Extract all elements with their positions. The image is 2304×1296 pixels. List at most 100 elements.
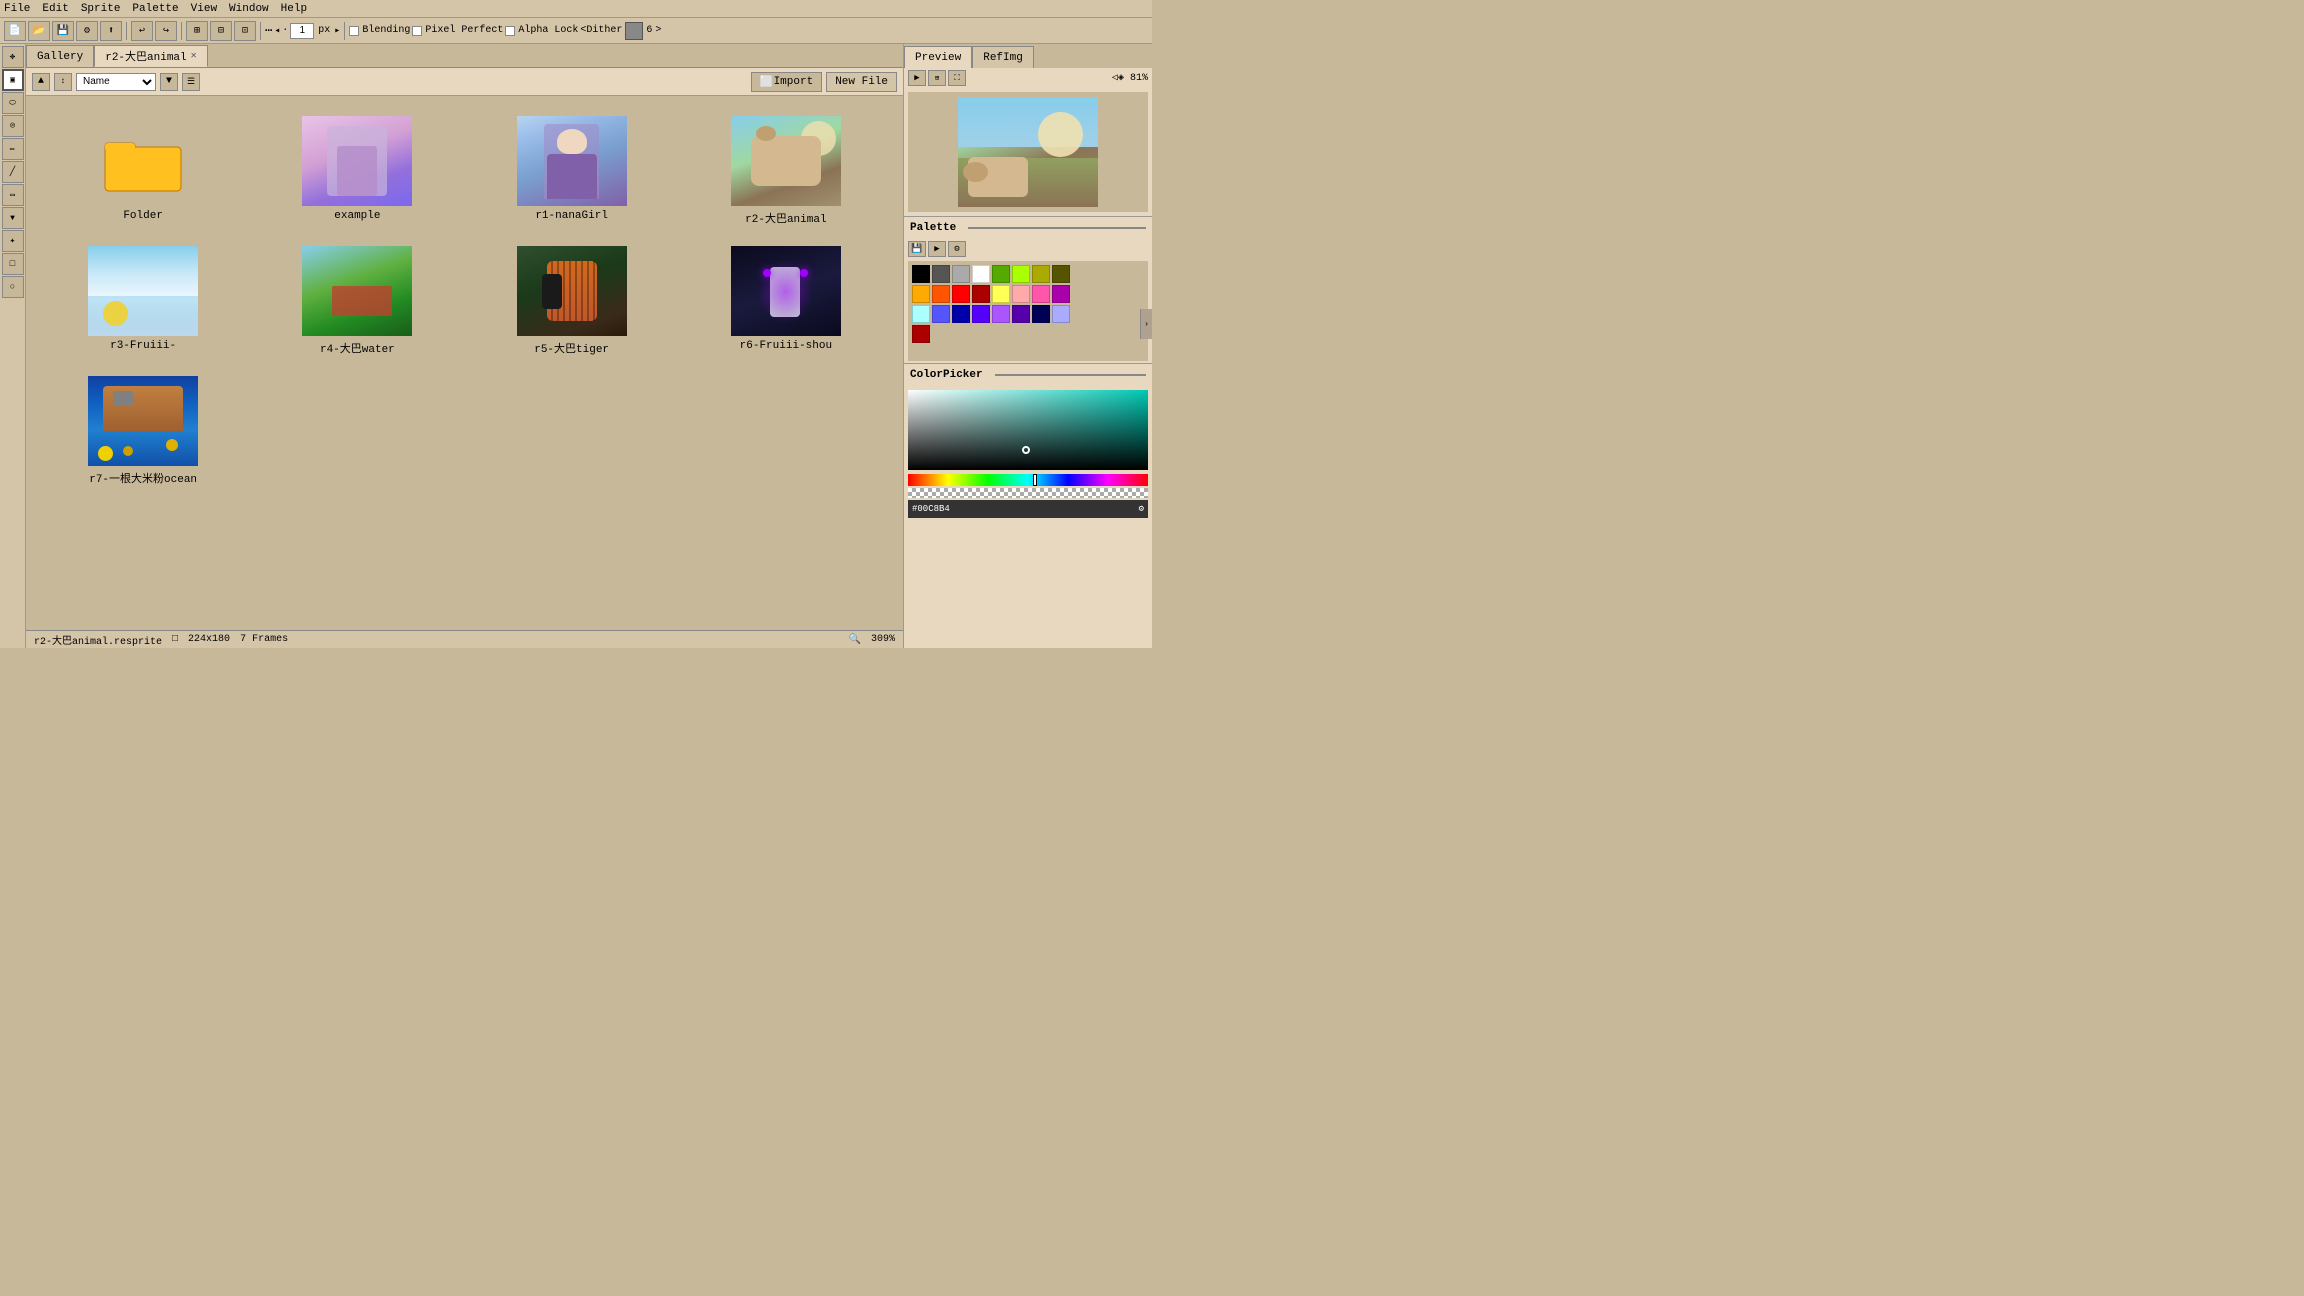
import-btn[interactable]: ⬜ Import [751,72,822,92]
tilemap-btn[interactable]: ⊟ [210,21,232,41]
alpha-lock-checkbox[interactable] [505,26,515,36]
colorpicker-gradient[interactable] [908,390,1148,470]
blending-checkbox[interactable] [349,26,359,36]
color-swatch-10[interactable] [952,285,970,303]
hex-settings-icon[interactable]: ⚙ [1139,504,1144,514]
color-swatch-2[interactable] [952,265,970,283]
tool-pen[interactable]: ✏ [2,138,24,160]
open-file-btn[interactable]: 📂 [28,21,50,41]
gallery-item-r7[interactable]: r7-一根大米粉ocean [46,376,240,486]
nav-up-btn[interactable]: ▲ [32,73,50,91]
color-swatch-12[interactable] [992,285,1010,303]
color-swatch-17[interactable] [932,305,950,323]
palette-settings-btn[interactable]: ⚙ [948,241,966,257]
palette-save-btn[interactable]: 💾 [908,241,926,257]
grid-btn[interactable]: ⊞ [186,21,208,41]
tool-eraser[interactable]: ▭ [2,184,24,206]
gallery-item-folder[interactable]: Folder [46,116,240,226]
gallery-item-example[interactable]: example [260,116,454,226]
gallery-panel: Gallery r2-大巴animal ✕ ▲ ↕ Name ▼ ☰ ⬜ Imp… [26,44,904,648]
tool-eyedropper[interactable]: ✦ [2,230,24,252]
color-swatch-23[interactable] [1052,305,1070,323]
color-swatch-14[interactable] [1032,285,1050,303]
menu-palette[interactable]: Palette [132,3,178,15]
tool-line[interactable]: ╱ [2,161,24,183]
tab-close-icon[interactable]: ✕ [191,50,197,62]
new-file-btn[interactable]: 📄 [4,21,26,41]
nav-sort-icon[interactable]: ↕ [54,73,72,91]
example-thumb [302,116,412,206]
hue-cursor [1033,474,1037,486]
tab-preview[interactable]: Preview [904,46,972,68]
undo-btn[interactable]: ↩ [131,21,153,41]
color-swatch-22[interactable] [1032,305,1050,323]
export-btn[interactable]: ⬆ [100,21,122,41]
menu-sprite[interactable]: Sprite [81,3,121,15]
gallery-content[interactable]: Folder example [26,96,903,630]
list-view-btn[interactable]: ☰ [182,73,200,91]
tool-select-ellipse[interactable]: ⬭ [2,92,24,114]
tab-gallery[interactable]: Gallery [26,45,94,67]
color-swatch-11[interactable] [972,285,990,303]
tab-refimg[interactable]: RefImg [972,46,1034,68]
frame-grid-btn[interactable]: ⊞ [928,70,946,86]
color-swatch-21[interactable] [1012,305,1030,323]
color-grid [912,265,1144,343]
settings-btn[interactable]: ⚙ [76,21,98,41]
color-swatch-20[interactable] [992,305,1010,323]
color-swatch-1[interactable] [932,265,950,283]
color-swatch-4[interactable] [992,265,1010,283]
sort-select[interactable]: Name [76,73,156,91]
brush-size-input[interactable]: 1 [290,23,314,39]
gallery-item-r5[interactable]: r5-大巴tiger [475,246,669,356]
gallery-item-r2[interactable]: r2-大巴animal [689,116,883,226]
pixel-perfect-checkbox[interactable] [412,26,422,36]
arrow-left[interactable]: ◂ [274,25,280,37]
tool-select-rect[interactable]: ▣ [2,69,24,91]
color-swatch-19[interactable] [972,305,990,323]
tool-lasso[interactable]: ⌾ [2,115,24,137]
redo-btn[interactable]: ↪ [155,21,177,41]
color-swatch-5[interactable] [1012,265,1030,283]
menu-file[interactable]: File [4,3,30,15]
color-swatch-24[interactable] [912,325,930,343]
palette-export-btn[interactable]: ▶ [928,241,946,257]
color-swatch-0[interactable] [912,265,930,283]
tab-active-file[interactable]: r2-大巴animal ✕ [94,45,207,67]
new-file-gallery-btn[interactable]: New File [826,72,897,92]
gallery-item-r6[interactable]: r6-Fruiii-shou [689,246,883,356]
menu-edit[interactable]: Edit [42,3,68,15]
import-btn-icon: ⬜ [760,75,774,89]
checker-btn[interactable]: ⊡ [234,21,256,41]
color-swatch-3[interactable] [972,265,990,283]
fullscreen-btn[interactable]: ⛶ [948,70,966,86]
color-swatch-9[interactable] [932,285,950,303]
folder-svg [103,129,183,194]
gallery-item-r1[interactable]: r1-nanaGirl [475,116,669,226]
color-swatch-15[interactable] [1052,285,1070,303]
tool-rect-shape[interactable]: □ [2,253,24,275]
color-swatch-16[interactable] [912,305,930,323]
play-btn[interactable]: ▶ [908,70,926,86]
r6-thumb [731,246,841,336]
gallery-item-r4[interactable]: r4-大巴water [260,246,454,356]
sort-dropdown-btn[interactable]: ▼ [160,73,178,91]
tool-fill[interactable]: ▼ [2,207,24,229]
tool-move[interactable]: ✥ [2,46,24,68]
menu-window[interactable]: Window [229,3,269,15]
color-swatch-7[interactable] [1052,265,1070,283]
hue-bar[interactable] [908,474,1148,486]
preview-tab-bar: Preview RefImg [904,44,1152,68]
alpha-bar[interactable] [908,488,1148,498]
save-btn[interactable]: 💾 [52,21,74,41]
menu-view[interactable]: View [191,3,217,15]
menu-help[interactable]: Help [281,3,307,15]
color-swatch-18[interactable] [952,305,970,323]
color-swatch-13[interactable] [1012,285,1030,303]
color-swatch-8[interactable] [912,285,930,303]
tool-ellipse-shape[interactable]: ○ [2,276,24,298]
right-panel-toggle[interactable]: › [1140,309,1152,339]
color-swatch-6[interactable] [1032,265,1050,283]
arrow-right[interactable]: ▸ [334,25,340,37]
gallery-item-r3[interactable]: r3-Fruiii- [46,246,240,356]
